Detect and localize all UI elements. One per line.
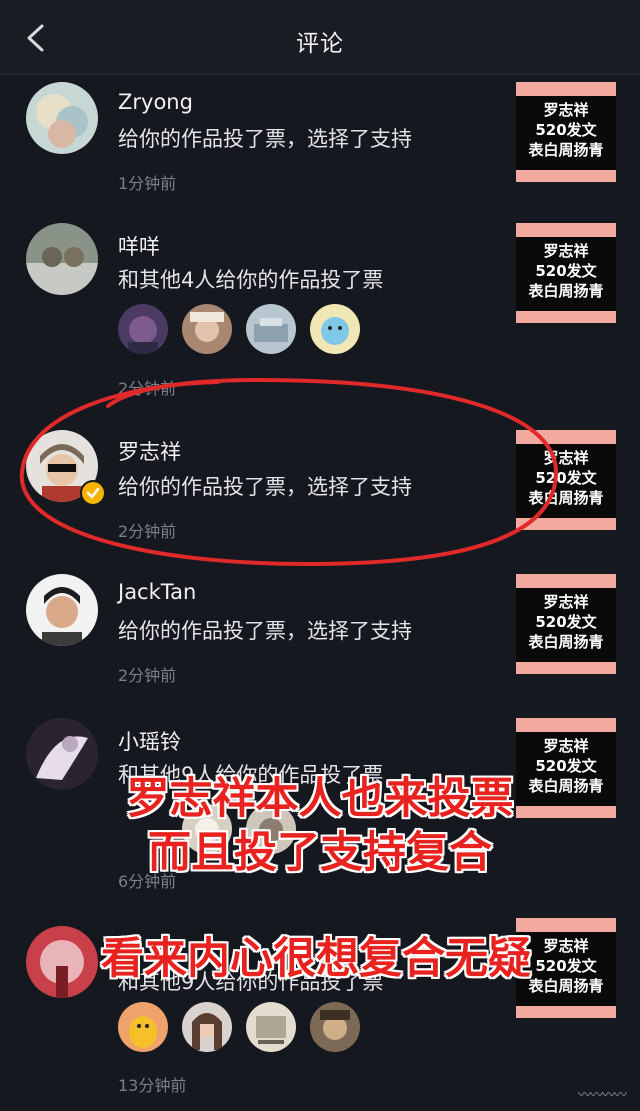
- timestamp: 1分钟前: [118, 174, 177, 193]
- thumb-text: 罗志祥: [543, 242, 589, 260]
- notification-message: 给你的作品投了票，选择了支持: [118, 619, 412, 643]
- thumb-text: 表白周扬青: [528, 489, 604, 507]
- timestamp: 13分钟前: [118, 1076, 187, 1095]
- timestamp: 2分钟前: [118, 522, 177, 541]
- voter-avatar[interactable]: [182, 1002, 232, 1052]
- voter-avatar[interactable]: [118, 1002, 168, 1052]
- avatar[interactable]: [26, 926, 98, 998]
- thumb-text: 520发文: [535, 957, 597, 975]
- username[interactable]: 小瑶铃: [118, 726, 181, 756]
- voter-avatar[interactable]: [182, 304, 232, 354]
- voter-avatar[interactable]: [310, 304, 360, 354]
- notification-message: 和其他9人给你的作品投了票: [118, 763, 384, 787]
- thumb-text: 表白周扬青: [528, 777, 604, 795]
- voter-avatar[interactable]: [310, 1002, 360, 1052]
- thumb-text: 520发文: [535, 121, 597, 139]
- username[interactable]: 咩咩: [118, 231, 160, 261]
- thumb-text: 表白周扬青: [528, 633, 604, 651]
- voter-avatar[interactable]: [246, 804, 296, 854]
- thumb-text: 罗志祥: [543, 101, 589, 119]
- video-thumbnail[interactable]: 罗志祥 520发文 表白周扬青: [516, 918, 616, 1018]
- list-item[interactable]: 小瑶铃 和其他9人给你的作品投了票 6分钟前 罗志祥 520发文 表白周扬青: [0, 718, 640, 893]
- notification-message: 给你的作品投了票，选择了支持: [118, 475, 412, 499]
- list-item[interactable]: Zryong 给你的作品投了票，选择了支持 1分钟前 罗志祥 520发文 表白周…: [0, 82, 640, 207]
- avatar[interactable]: [26, 574, 98, 646]
- timestamp: 2分钟前: [118, 666, 177, 685]
- verified-badge-icon: [80, 480, 106, 506]
- voter-avatar[interactable]: [246, 304, 296, 354]
- page-title: 评论: [296, 31, 344, 57]
- list-item[interactable]: JackTan 给你的作品投了票，选择了支持 2分钟前 罗志祥 520发文 表白…: [0, 574, 640, 699]
- timestamp: 6分钟前: [118, 872, 177, 891]
- thumb-text: 罗志祥: [543, 593, 589, 611]
- thumb-text: 表白周扬青: [528, 977, 604, 995]
- video-thumbnail[interactable]: 罗志祥 520发文 表白周扬青: [516, 574, 616, 674]
- timestamp: 2分钟前: [118, 379, 177, 398]
- video-thumbnail[interactable]: 罗志祥 520发文 表白周扬青: [516, 430, 616, 530]
- avatar[interactable]: [26, 718, 98, 790]
- thumb-text: 520发文: [535, 469, 597, 487]
- notification-message: 给你的作品投了票，选择了支持: [118, 127, 412, 151]
- thumb-text: 表白周扬青: [528, 141, 604, 159]
- avatar[interactable]: [26, 223, 98, 295]
- username[interactable]: 罗志祥: [118, 436, 181, 466]
- video-thumbnail[interactable]: 罗志祥 520发文 表白周扬青: [516, 82, 616, 182]
- thumb-text: 表白周扬青: [528, 282, 604, 300]
- thumb-text: 罗志祥: [543, 449, 589, 467]
- thumb-text: 罗志祥: [543, 937, 589, 955]
- voter-avatar[interactable]: [246, 1002, 296, 1052]
- voter-avatar[interactable]: [118, 304, 168, 354]
- list-item[interactable]: 罗志祥 给你的作品投了票，选择了支持 2分钟前 罗志祥 520发文 表白周扬青: [0, 430, 640, 555]
- top-bar: 评论: [0, 0, 640, 75]
- avatar[interactable]: [26, 82, 98, 154]
- username[interactable]: Zryong: [118, 90, 193, 114]
- thumb-text: 520发文: [535, 613, 597, 631]
- video-thumbnail[interactable]: 罗志祥 520发文 表白周扬青: [516, 718, 616, 818]
- notification-message: 和其他4人给你的作品投了票: [118, 268, 384, 292]
- list-item[interactable]: 和其他9人给你的作品投了票 13分钟前 罗志祥 520发文 表白周扬青: [0, 918, 640, 1101]
- video-thumbnail[interactable]: 罗志祥 520发文 表白周扬青: [516, 223, 616, 323]
- username[interactable]: JackTan: [118, 580, 196, 604]
- notification-message: 和其他9人给你的作品投了票: [118, 970, 384, 994]
- thumb-text: 520发文: [535, 757, 597, 775]
- watermark: 〰〰〰〰: [577, 1088, 627, 1103]
- voter-avatar[interactable]: [182, 804, 232, 854]
- thumb-text: 罗志祥: [543, 737, 589, 755]
- list-item[interactable]: 咩咩 和其他4人给你的作品投了票 2分钟前 罗志祥 520发文 表白周扬青: [0, 223, 640, 398]
- thumb-text: 520发文: [535, 262, 597, 280]
